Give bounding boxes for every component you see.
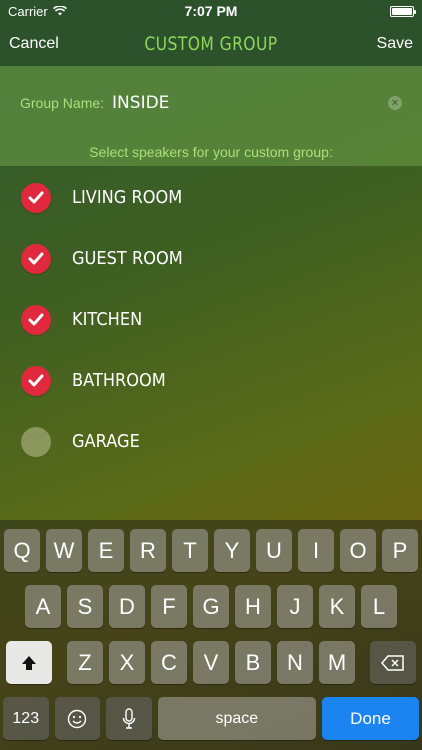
shift-arrow-icon — [22, 655, 36, 670]
key-v[interactable]: V — [193, 641, 229, 684]
carrier-label: Carrier — [8, 3, 48, 19]
emoji-icon — [68, 709, 87, 728]
key-e[interactable]: E — [88, 529, 124, 572]
key-p[interactable]: P — [382, 529, 418, 572]
backspace-icon — [381, 654, 404, 671]
speaker-item[interactable]: KITCHEN — [0, 289, 422, 350]
speaker-name: GARAGE — [72, 431, 140, 452]
speaker-name: BATHROOM — [72, 370, 166, 391]
speaker-name: GUEST ROOM — [72, 248, 183, 269]
key-x[interactable]: X — [109, 641, 145, 684]
keyboard-row-2: ASDFGHJKL — [0, 585, 422, 628]
checkmark-icon[interactable] — [21, 304, 51, 335]
speaker-item[interactable]: GUEST ROOM — [0, 228, 422, 289]
group-name-input[interactable] — [112, 93, 388, 113]
keyboard-row-4: 123 space Done — [0, 697, 422, 740]
status-bar: Carrier 7:07 PM — [0, 0, 422, 22]
microphone-key[interactable] — [106, 697, 152, 740]
speaker-name: KITCHEN — [72, 309, 143, 330]
unchecked-circle-icon[interactable] — [21, 426, 51, 457]
key-h[interactable]: H — [235, 585, 271, 628]
keyboard-row-1: QWERTYUIOP — [0, 529, 422, 572]
speaker-item[interactable]: LIVING ROOM — [0, 167, 422, 228]
keyboard: QWERTYUIOP ASDFGHJKL ZXCVBNM 123 space D… — [0, 520, 422, 750]
key-s[interactable]: S — [67, 585, 103, 628]
speaker-item[interactable]: GARAGE — [0, 411, 422, 472]
key-w[interactable]: W — [46, 529, 82, 572]
key-f[interactable]: F — [151, 585, 187, 628]
speaker-item[interactable]: BATHROOM — [0, 350, 422, 411]
done-key[interactable]: Done — [321, 697, 419, 740]
key-g[interactable]: G — [193, 585, 229, 628]
save-button[interactable]: Save — [377, 35, 413, 53]
wifi-icon — [52, 6, 67, 16]
key-n[interactable]: N — [277, 641, 313, 684]
group-name-panel: Group Name: ✕ Select speakers for your c… — [0, 66, 422, 166]
keyboard-row-3: ZXCVBNM — [0, 641, 422, 684]
speaker-list: LIVING ROOM GUEST ROOM KITCHEN BATHROOM GARA… — [0, 167, 422, 472]
checkmark-icon[interactable] — [21, 182, 51, 213]
microphone-icon — [122, 707, 136, 729]
key-c[interactable]: C — [151, 641, 187, 684]
key-b[interactable]: B — [235, 641, 271, 684]
key-u[interactable]: U — [256, 529, 292, 572]
key-d[interactable]: D — [109, 585, 145, 628]
backspace-key[interactable] — [370, 641, 416, 684]
space-key[interactable]: space — [157, 697, 316, 740]
key-o[interactable]: O — [340, 529, 376, 572]
key-y[interactable]: Y — [214, 529, 250, 572]
key-r[interactable]: R — [130, 529, 166, 572]
battery-icon — [390, 5, 416, 17]
key-j[interactable]: J — [277, 585, 313, 628]
key-z[interactable]: Z — [67, 641, 103, 684]
checkmark-icon[interactable] — [21, 243, 51, 274]
page-title: CUSTOM GROUP — [144, 33, 278, 55]
key-i[interactable]: I — [298, 529, 334, 572]
key-m[interactable]: M — [319, 641, 355, 684]
key-l[interactable]: L — [361, 585, 397, 628]
numbers-key[interactable]: 123 — [3, 697, 49, 740]
checkmark-icon[interactable] — [21, 365, 51, 396]
key-a[interactable]: A — [25, 585, 61, 628]
clear-icon[interactable]: ✕ — [388, 96, 402, 110]
nav-bar: Cancel CUSTOM GROUP Save — [0, 22, 422, 66]
shift-key[interactable] — [6, 641, 52, 684]
key-q[interactable]: Q — [4, 529, 40, 572]
key-t[interactable]: T — [172, 529, 208, 572]
speaker-name: LIVING ROOM — [72, 187, 183, 208]
select-prompt: Select speakers for your custom group: — [89, 144, 333, 160]
cancel-button[interactable]: Cancel — [9, 35, 59, 53]
emoji-key[interactable] — [54, 697, 101, 740]
key-k[interactable]: K — [319, 585, 355, 628]
group-name-label: Group Name: — [20, 95, 105, 111]
